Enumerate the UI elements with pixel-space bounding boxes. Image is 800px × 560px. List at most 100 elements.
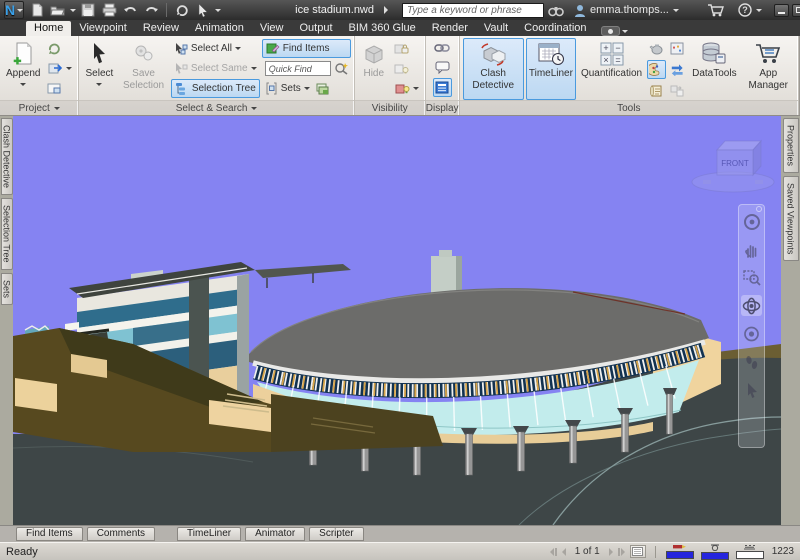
minimize-button[interactable] <box>773 3 789 17</box>
group-label-project[interactable]: Project <box>0 100 79 115</box>
search-input[interactable] <box>402 2 544 18</box>
open-dropdown-icon[interactable] <box>70 8 77 15</box>
select-button[interactable]: Select <box>82 38 116 100</box>
tab-coordination[interactable]: Coordination <box>516 21 594 36</box>
sets-dropdown-icon[interactable] <box>303 87 310 93</box>
open-file-button[interactable] <box>49 2 67 18</box>
sheet-browser-button[interactable] <box>629 545 646 558</box>
refresh-button[interactable] <box>173 2 191 18</box>
walk-button[interactable] <box>741 351 762 372</box>
help-dropdown-icon[interactable] <box>755 8 762 15</box>
properties-button[interactable] <box>432 78 452 97</box>
dock-tab-comments[interactable]: Comments <box>86 527 156 541</box>
group-label-visibility: Visibility <box>354 100 425 115</box>
quantification-button[interactable]: + − × = Quantification <box>578 38 645 100</box>
select-same-button[interactable]: Select Same <box>171 59 260 78</box>
selection-tree-button[interactable]: Selection Tree <box>170 79 260 98</box>
tab-vault[interactable]: Vault <box>476 21 516 36</box>
tab-viewpoint[interactable]: Viewpoint <box>71 21 135 36</box>
ribbon-display-dropdown-icon[interactable] <box>621 29 628 36</box>
scripter-button[interactable] <box>668 39 687 58</box>
dock-tab-properties[interactable]: Properties <box>782 118 799 174</box>
app-store-button[interactable] <box>707 2 724 18</box>
animator-button[interactable] <box>647 39 666 58</box>
dock-tab-find-items[interactable]: Find Items <box>16 527 83 541</box>
hide-unselected-button[interactable] <box>392 59 411 78</box>
timeliner-button[interactable]: TimeLiner <box>525 38 576 100</box>
tab-animation[interactable]: Animation <box>187 21 252 36</box>
clash-detective-icon <box>481 43 506 66</box>
batch-utility-button[interactable] <box>647 81 666 100</box>
manage-sets-button[interactable] <box>313 79 332 98</box>
dock-tab-timeliner[interactable]: TimeLiner <box>177 527 242 541</box>
scripter-icon <box>670 42 684 55</box>
first-sheet-button[interactable] <box>549 547 557 556</box>
convert-properties-button[interactable] <box>668 81 687 100</box>
redo-button[interactable] <box>142 2 160 18</box>
save-button[interactable] <box>79 2 97 18</box>
tab-home[interactable]: Home <box>26 21 72 36</box>
unhide-all-button[interactable] <box>392 79 422 98</box>
tab-bim360glue[interactable]: BIM 360 Glue <box>341 21 424 36</box>
user-dropdown-icon <box>672 8 679 15</box>
dock-tab-scripter[interactable]: Scripter <box>309 527 364 541</box>
disk-progress-icon <box>710 543 719 551</box>
tab-review[interactable]: Review <box>135 21 187 36</box>
left-dock-strip: Clash Detective Selection Tree Sets <box>0 116 13 525</box>
select-dropdown-icon[interactable] <box>215 8 222 15</box>
ribbon-display-button[interactable] <box>600 26 620 36</box>
select-all-button[interactable]: Select All <box>171 39 260 58</box>
sets-dropdown[interactable]: Sets <box>281 83 301 94</box>
hide-button[interactable]: Hide <box>358 38 390 100</box>
find-items-button[interactable]: Find Items <box>261 39 351 58</box>
new-file-button[interactable] <box>28 2 46 18</box>
navbar-select-button[interactable] <box>741 379 762 400</box>
look-around-button[interactable] <box>741 323 762 344</box>
help-icon: ? <box>738 3 752 17</box>
app-manager-button[interactable]: App Manager <box>742 38 795 100</box>
clash-detective-button[interactable]: Clash Detective <box>462 38 524 100</box>
require-button[interactable] <box>392 39 411 58</box>
steering-wheel-button[interactable] <box>741 211 762 232</box>
account-menu[interactable]: emma.thomps... <box>574 4 679 17</box>
3d-viewport[interactable]: FRONT <box>13 116 781 525</box>
orbit-button[interactable] <box>741 295 762 316</box>
appearance-profiler-button[interactable] <box>647 60 667 79</box>
print-button[interactable] <box>100 2 118 18</box>
links-button[interactable] <box>433 38 452 57</box>
search-button[interactable] <box>548 2 564 18</box>
group-label-select-search[interactable]: Select & Search <box>79 100 354 115</box>
refresh-model-button[interactable] <box>45 39 64 58</box>
previous-sheet-button[interactable] <box>561 547 566 556</box>
chevron-down-icon <box>17 8 24 15</box>
help-button[interactable]: ? <box>738 2 752 18</box>
dock-tab-animator[interactable]: Animator <box>245 527 306 541</box>
dock-tab-saved-viewpoints[interactable]: Saved Viewpoints <box>782 176 799 262</box>
tab-render[interactable]: Render <box>424 21 476 36</box>
zoom-button[interactable] <box>741 267 762 288</box>
select-tool-button[interactable] <box>194 2 212 18</box>
dock-tab-clash-detective[interactable]: Clash Detective <box>0 118 13 196</box>
file-options-button[interactable] <box>45 79 64 98</box>
next-sheet-button[interactable] <box>608 547 613 556</box>
group-display: Display <box>425 36 460 115</box>
quick-properties-button[interactable] <box>433 58 452 77</box>
undo-button[interactable] <box>121 2 139 18</box>
title-flyout-icon[interactable] <box>384 6 392 14</box>
reset-all-button[interactable] <box>45 59 75 78</box>
save-selection-button[interactable]: Save Selection <box>118 38 169 100</box>
tab-output[interactable]: Output <box>292 21 341 36</box>
tab-view[interactable]: View <box>252 21 292 36</box>
batch-utility-icon <box>650 85 662 97</box>
compare-button[interactable] <box>668 60 687 79</box>
app-menu-button[interactable]: N <box>4 1 25 19</box>
quick-find-icon[interactable] <box>334 62 348 75</box>
dock-tab-selection-tree[interactable]: Selection Tree <box>0 198 13 270</box>
maximize-button[interactable] <box>791 3 800 17</box>
datatools-button[interactable]: DataTools <box>689 38 739 100</box>
dock-tab-sets[interactable]: Sets <box>0 272 13 305</box>
append-button[interactable]: Append <box>3 38 43 100</box>
pan-button[interactable] <box>741 239 762 260</box>
quick-find-input[interactable] <box>264 61 331 76</box>
last-sheet-button[interactable] <box>617 547 625 556</box>
